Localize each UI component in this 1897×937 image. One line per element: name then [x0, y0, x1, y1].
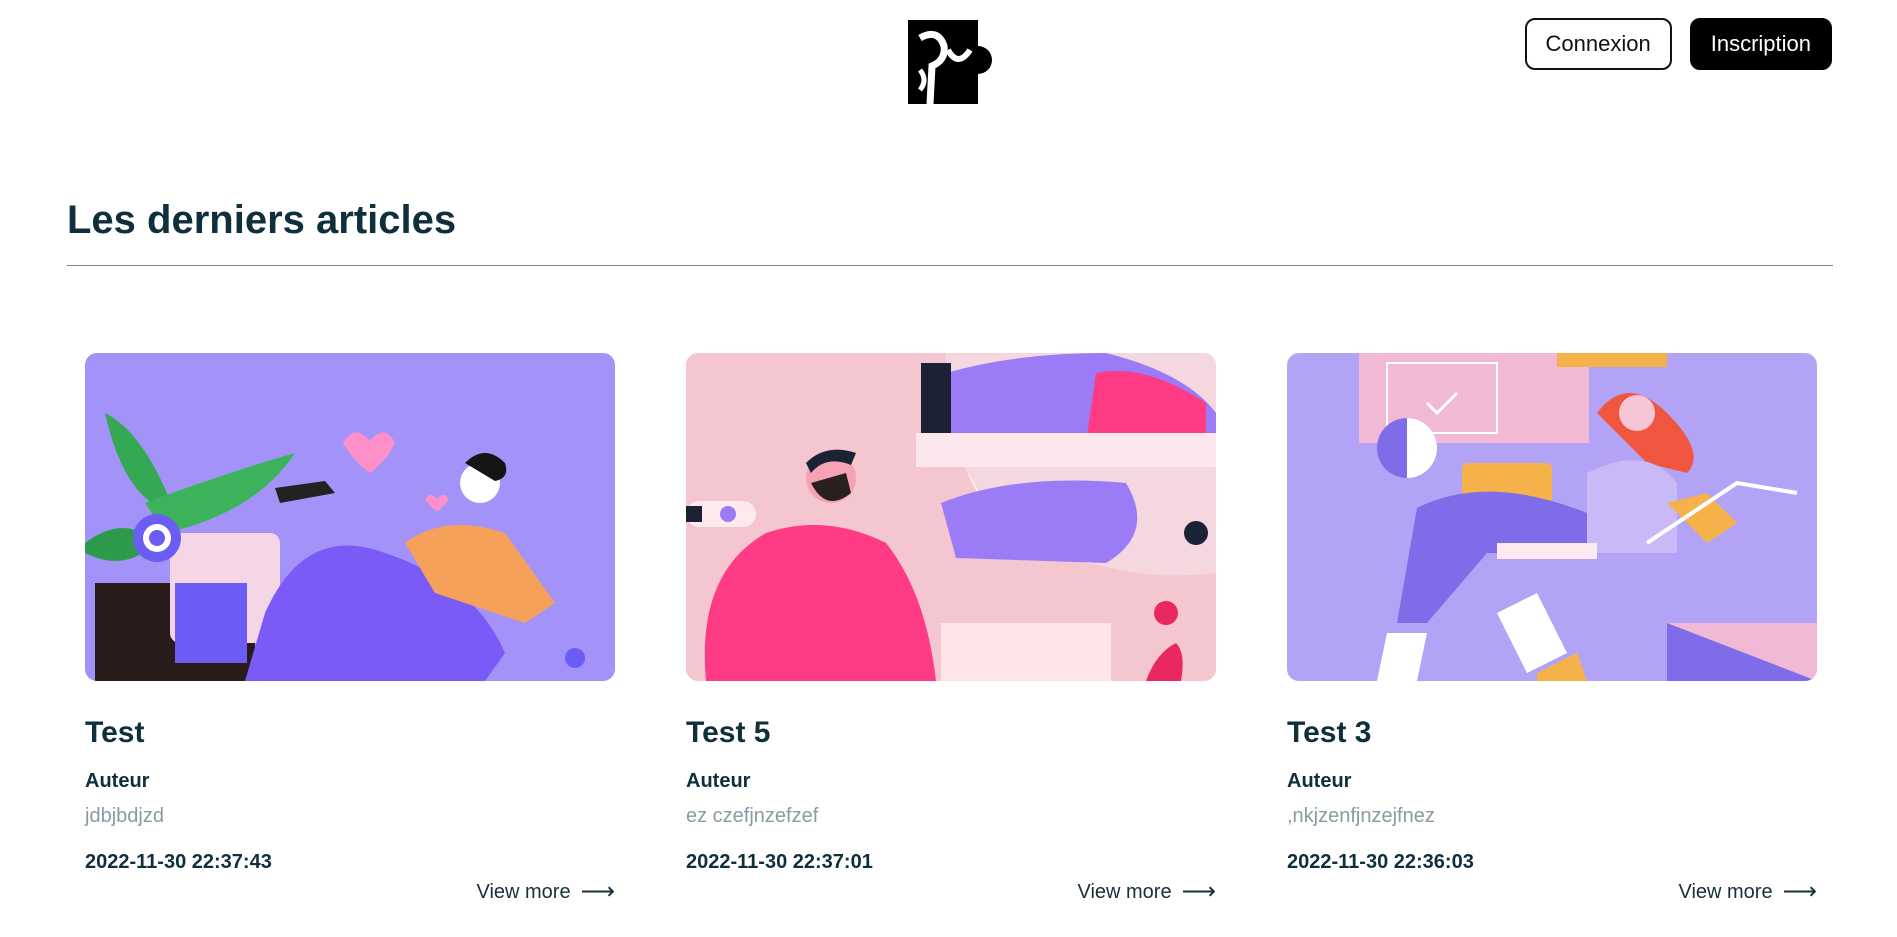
article-title[interactable]: Test 5: [686, 718, 1216, 748]
view-more-label: View more: [476, 880, 571, 903]
author-name: ,nkjzenfjnzejfnez: [1287, 805, 1435, 827]
arrow-right-icon: ⟶: [1782, 878, 1817, 905]
article-title[interactable]: Test: [85, 718, 615, 748]
author-name: jdbjbdjzd: [85, 805, 164, 827]
signup-button[interactable]: Inscription: [1689, 18, 1832, 70]
article-title[interactable]: Test 3: [1287, 718, 1817, 748]
article-card: Test Auteur jdbjbdjzd 2022-11-30 22:37:4…: [85, 353, 615, 904]
section-title: Les derniers articles: [67, 198, 457, 242]
auth-buttons: Connexion Inscription: [1524, 18, 1832, 70]
section-divider: [67, 265, 1833, 266]
article-image[interactable]: [686, 353, 1216, 681]
article-card: Test 5 Auteur ez czefjnzefzef 2022-11-30…: [686, 353, 1216, 904]
arrow-right-icon: ⟶: [1181, 878, 1216, 905]
author-label: Auteur: [85, 770, 150, 792]
article-card: Test 3 Auteur ,nkjzenfjnzejfnez 2022-11-…: [1287, 353, 1817, 904]
article-list: Test Auteur jdbjbdjzd 2022-11-30 22:37:4…: [85, 353, 1817, 904]
puzzle-face-logo-icon[interactable]: [908, 20, 992, 104]
arrow-right-icon: ⟶: [580, 878, 615, 905]
view-more-label: View more: [1077, 880, 1172, 903]
site-header: Connexion Inscription: [0, 0, 1897, 130]
article-image[interactable]: [1287, 353, 1817, 681]
view-more-link[interactable]: View more ⟶: [1077, 880, 1216, 904]
author-label: Auteur: [1287, 770, 1352, 792]
author-label: Auteur: [686, 770, 751, 792]
view-more-link[interactable]: View more ⟶: [476, 880, 615, 904]
view-more-link[interactable]: View more ⟶: [1678, 880, 1817, 904]
article-image[interactable]: [85, 353, 615, 681]
article-date: 2022-11-30 22:36:03: [1287, 851, 1474, 873]
view-more-label: View more: [1678, 880, 1773, 903]
login-button[interactable]: Connexion: [1524, 18, 1672, 70]
article-date: 2022-11-30 22:37:01: [686, 851, 873, 873]
author-name: ez czefjnzefzef: [686, 805, 819, 827]
article-date: 2022-11-30 22:37:43: [85, 851, 272, 873]
